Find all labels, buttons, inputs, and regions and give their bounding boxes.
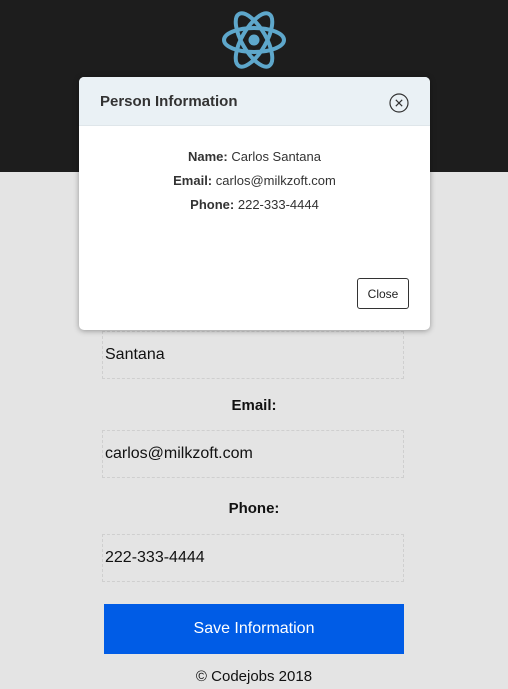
footer-copyright: © Codejobs 2018 <box>195 668 313 685</box>
last-name-value: Santana <box>105 346 165 363</box>
modal-name-row: Name: Carlos Santana <box>79 145 430 169</box>
modal-body: Name: Carlos Santana Email: carlos@milkz… <box>79 145 430 217</box>
modal-phone-value: 222-333-4444 <box>237 197 319 212</box>
person-information-modal: Person Information Name: Carlos Santana … <box>79 77 430 330</box>
modal-phone-row: Phone: 222-333-4444 <box>79 193 430 217</box>
save-information-button[interactable]: Save Information <box>104 604 404 654</box>
modal-close-button[interactable]: Close <box>357 278 409 309</box>
email-field[interactable]: carlos@milkzoft.com <box>102 430 404 478</box>
modal-email-row: Email: carlos@milkzoft.com <box>79 169 430 193</box>
phone-field[interactable]: 222-333-4444 <box>102 534 404 582</box>
modal-phone-key: Phone: <box>190 197 235 212</box>
modal-header: Person Information <box>79 77 430 126</box>
modal-email-key: Email: <box>173 173 213 188</box>
phone-value: 222-333-4444 <box>105 549 205 566</box>
last-name-field[interactable]: Santana <box>102 331 404 379</box>
email-label: Email: <box>231 397 277 414</box>
modal-name-key: Name: <box>188 149 228 164</box>
modal-email-value: carlos@milkzoft.com <box>215 173 336 188</box>
close-icon[interactable] <box>389 93 409 113</box>
phone-label: Phone: <box>228 500 280 517</box>
modal-name-value: Carlos Santana <box>231 149 321 164</box>
modal-title: Person Information <box>100 93 238 110</box>
email-value: carlos@milkzoft.com <box>105 445 253 462</box>
